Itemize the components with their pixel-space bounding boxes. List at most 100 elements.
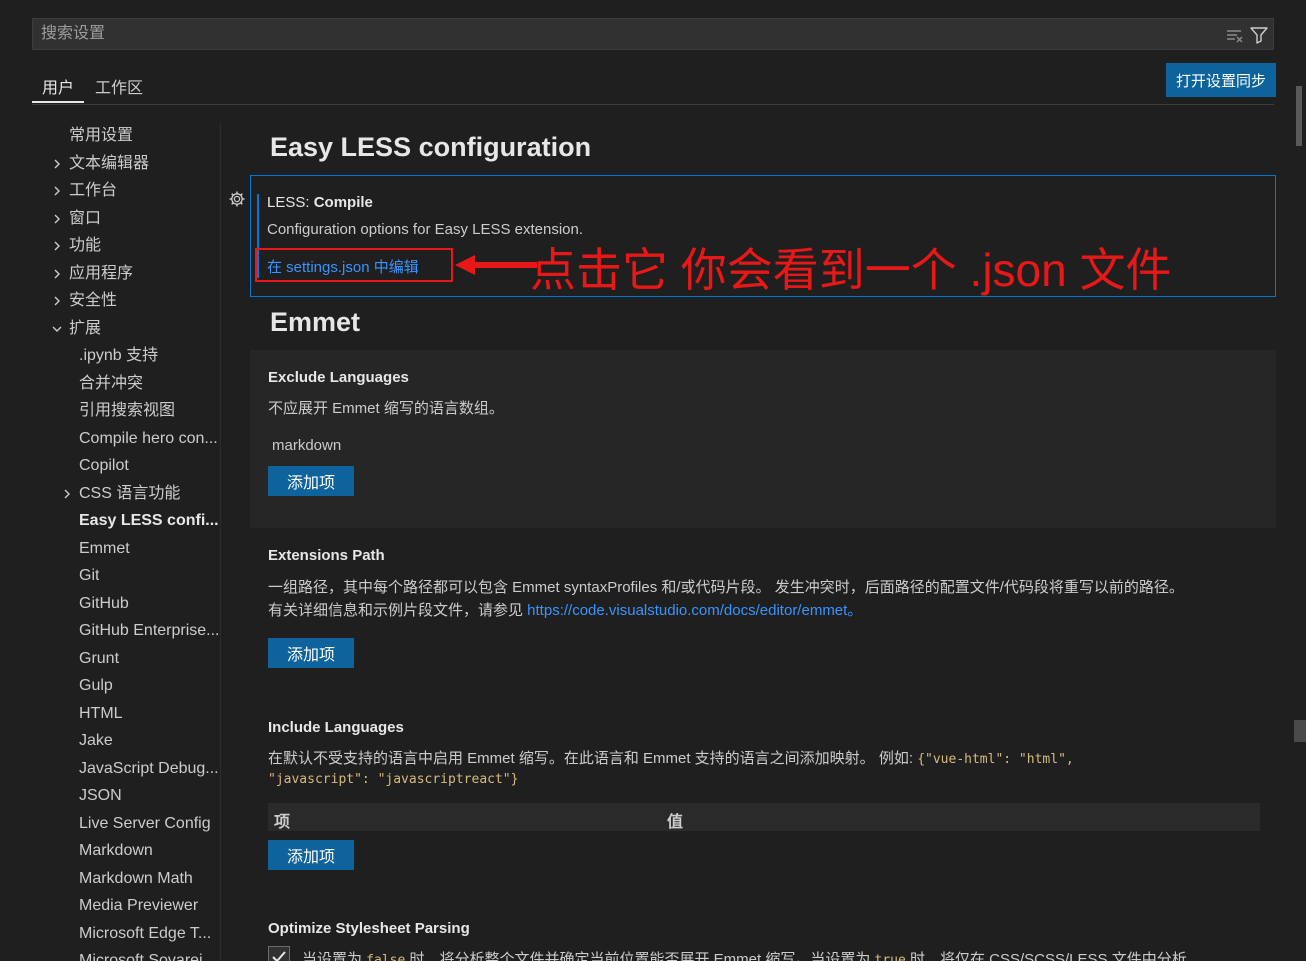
toc-item[interactable]: Copilot (32, 452, 220, 479)
description-text: 时，将分析整个文件并确定当前位置能否展开 Emmet 缩写。当设置为 (405, 951, 875, 961)
toc-item-label: 安全性 (69, 292, 118, 309)
search-input[interactable] (33, 19, 1213, 49)
description-text: 时，将仅在 CSS/SCSS/LESS 文件中分析 (905, 951, 1187, 961)
description-text: 有关详细信息和示例片段文件，请参见 (268, 602, 528, 619)
toc-item-label: 合并冲突 (79, 374, 144, 392)
toc-item-label: 窗口 (69, 209, 102, 227)
optimize-parsing-checkbox[interactable] (268, 946, 290, 961)
toc-item-label: JavaScript Debug... (79, 759, 219, 777)
toc-item[interactable]: Easy LESS confi... (32, 507, 220, 534)
toc-item-label: Gulp (79, 677, 113, 694)
filter-icon[interactable] (1249, 25, 1269, 45)
toc-item[interactable]: Microsoft Sovarei... (32, 947, 220, 961)
toc-item[interactable]: Markdown (32, 837, 220, 864)
toc-item[interactable]: JavaScript Debug... (32, 755, 220, 782)
tab-workspace[interactable]: 工作区 (85, 74, 153, 103)
scrollbar-thumb[interactable] (1296, 86, 1302, 146)
toc-item-label: Git (79, 567, 100, 584)
toc-item[interactable]: Jake (32, 727, 220, 754)
toc-item[interactable]: Grunt (32, 645, 220, 672)
toc-item[interactable]: GitHub Enterprise... (32, 617, 220, 644)
toc-item[interactable]: Markdown Math (32, 865, 220, 892)
setting-title: Exclude Languages (268, 369, 409, 386)
add-item-button[interactable]: 添加项 (268, 840, 354, 870)
toc-item-label: 扩展 (69, 319, 102, 337)
toc-item[interactable]: 引用搜索视图 (32, 397, 220, 424)
toc-item[interactable]: CSS 语言功能 (32, 480, 220, 507)
clear-filter-icon[interactable] (1225, 25, 1245, 45)
toc-item-label: GitHub (79, 594, 129, 612)
toc-item[interactable]: .ipynb 支持 (32, 342, 220, 369)
edit-in-settings-json-link[interactable]: 在 settings.json 中编辑 (267, 256, 419, 277)
toc-item-label: Easy LESS confi... (79, 512, 219, 529)
toc-item-label: Live Server Config (79, 814, 211, 832)
setting-description: 有关详细信息和示例片段文件，请参见 https://code.visualstu… (268, 599, 862, 620)
toc-item[interactable]: JSON (32, 782, 220, 809)
add-item-button[interactable]: 添加项 (268, 638, 354, 668)
toc-item[interactable]: 安全性 (32, 287, 220, 314)
toc-item[interactable]: 常用设置 (32, 122, 220, 149)
settings-content: Easy LESS configuration LESS: Compile Co… (222, 122, 1292, 961)
setting-title: Extensions Path (268, 547, 385, 564)
toc-item[interactable]: 应用程序 (32, 260, 220, 287)
code-snippet: {"vue-html": "html", (917, 752, 1074, 767)
toc-item-label: CSS 语言功能 (79, 484, 181, 502)
chevron-right-icon (54, 269, 60, 278)
toc-item-label: Compile hero con... (79, 429, 218, 447)
toc-item[interactable]: 工作台 (32, 177, 220, 204)
settings-toc: 常用设置文本编辑器工作台窗口功能 应用程序安全性扩展 .ipynb 支持 合并冲突引用… (32, 122, 221, 961)
emmet-docs-link[interactable]: https://code.visualstudio.com/docs/edito… (527, 602, 847, 619)
toc-item[interactable]: 窗口 (32, 205, 220, 232)
toc-item-label: GitHub Enterprise... (79, 622, 220, 639)
section-heading-emmet: Emmet (270, 307, 361, 337)
search-box[interactable] (32, 18, 1274, 50)
toc-item[interactable]: Compile hero con... (32, 425, 220, 452)
settings-scope-tabs: 用户 工作区 (32, 62, 1274, 105)
tab-user[interactable]: 用户 (32, 74, 85, 103)
column-header-item: 项 (274, 814, 291, 831)
toc-item[interactable]: HTML (32, 700, 220, 727)
table-header: 项 值 (268, 803, 1260, 831)
setting-category: LESS: (267, 194, 314, 211)
description-text: 。 (847, 602, 863, 619)
chevron-right-icon (54, 241, 60, 251)
toc-item[interactable]: Git (32, 562, 220, 589)
toc-item-label: Microsoft Sovarei... (79, 952, 216, 961)
toc-item[interactable]: GitHub (32, 590, 220, 617)
code-snippet: "javascript": "javascriptreact"} (268, 772, 519, 787)
toc-item[interactable]: 合并冲突 (32, 370, 220, 397)
open-settings-sync-button[interactable]: 打开设置同步 (1166, 63, 1276, 97)
annotation-arrow-icon (455, 255, 537, 275)
toc-item-label: Copilot (79, 457, 129, 474)
toc-item[interactable]: Microsoft Edge T... (32, 920, 220, 947)
toc-item-label: JSON (79, 787, 122, 804)
gear-icon[interactable] (228, 190, 246, 208)
toc-item[interactable]: Emmet (32, 535, 220, 562)
chevron-right-icon (54, 296, 60, 306)
toc-item-label: 工作台 (69, 182, 118, 199)
toc-item[interactable]: 文本编辑器 (32, 150, 220, 177)
setting-description: 一组路径，其中每个路径都可以包含 Emmet syntaxProfiles 和/… (268, 579, 1184, 596)
setting-title: LESS: Compile (267, 194, 373, 211)
toc-item-label: .ipynb 支持 (79, 347, 159, 364)
section-heading-easyless: Easy LESS configuration (270, 132, 592, 162)
toc-item[interactable]: 扩展 (32, 315, 220, 342)
toc-item-label: Microsoft Edge T... (79, 924, 212, 942)
chevron-right-icon (54, 186, 60, 196)
annotation-text: 点击它 你会看到一个 .json 文件 (530, 244, 1172, 296)
add-item-button[interactable]: 添加项 (268, 466, 354, 496)
toc-item[interactable]: 功能 (32, 232, 220, 259)
setting-name: Compile (313, 194, 373, 211)
setting-description: 不应展开 Emmet 缩写的语言数组。 (268, 400, 504, 417)
checkmark-icon (272, 951, 286, 961)
toc-item-label: 文本编辑器 (69, 154, 150, 172)
code-snippet: true (874, 953, 906, 961)
list-item[interactable]: markdown (272, 437, 341, 454)
toc-item[interactable]: Live Server Config (32, 810, 220, 837)
toc-item-label: 引用搜索视图 (79, 402, 176, 419)
toc-item-label: Markdown (79, 842, 153, 859)
toc-item[interactable]: Media Previewer (32, 892, 220, 919)
toc-item[interactable]: Gulp (32, 672, 220, 699)
scrollbar-marker[interactable] (1294, 720, 1306, 742)
chevron-right-icon (54, 214, 60, 223)
